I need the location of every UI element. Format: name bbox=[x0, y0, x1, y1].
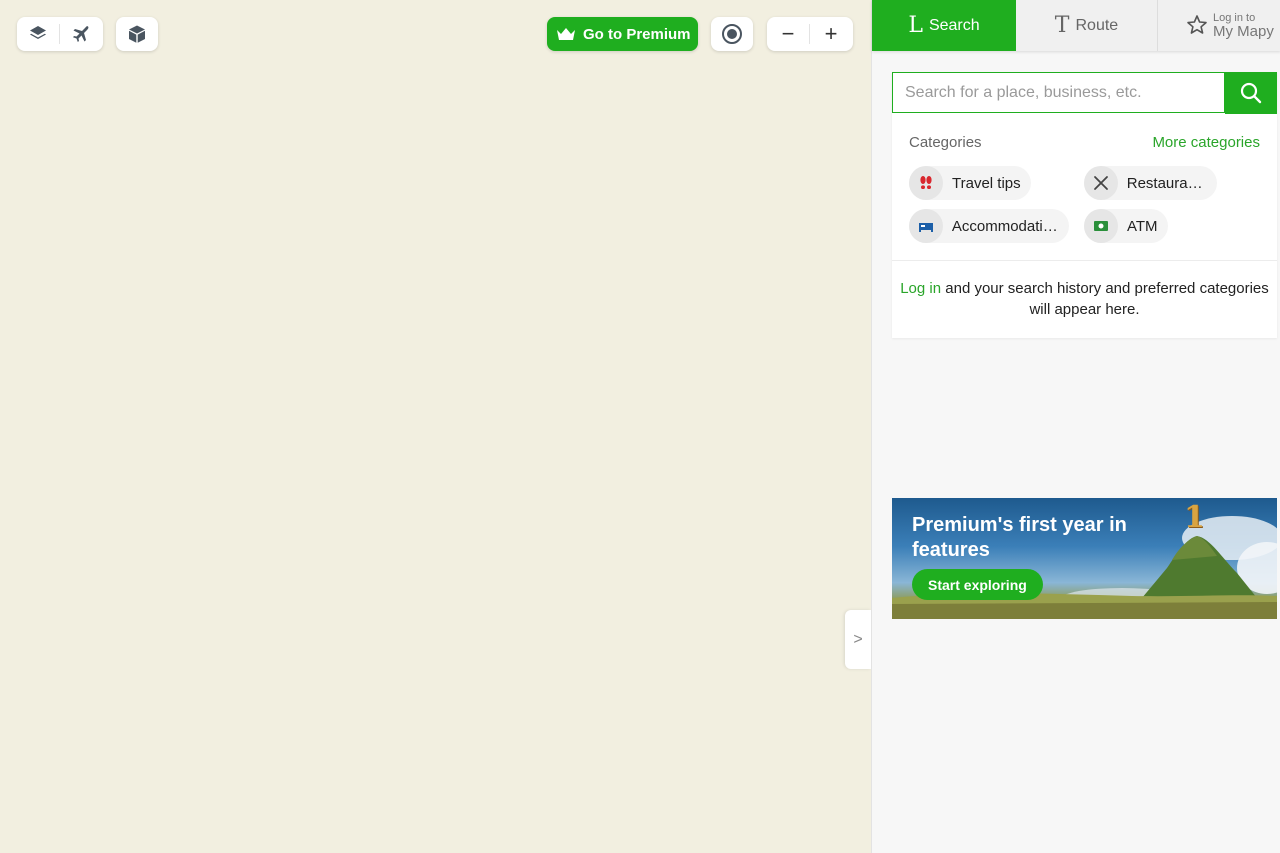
tab-search[interactable]: L Search bbox=[872, 0, 1016, 51]
map-canvas[interactable] bbox=[0, 0, 871, 853]
footprints-icon bbox=[909, 166, 943, 200]
tab-login-my-mapy[interactable]: Log in to My Mapy bbox=[1157, 0, 1280, 51]
category-accommodation[interactable]: Accommodation bbox=[909, 209, 1069, 243]
zoom-out-button[interactable]: − bbox=[767, 17, 809, 51]
search-field[interactable] bbox=[892, 72, 1225, 113]
category-label: Travel tips bbox=[952, 174, 1021, 192]
go-to-premium-button[interactable]: Go to Premium bbox=[547, 17, 698, 51]
start-exploring-button[interactable]: Start exploring bbox=[912, 569, 1043, 600]
layers-button[interactable] bbox=[17, 17, 59, 51]
login-tab-big: My Mapy bbox=[1213, 22, 1274, 40]
search-card: Categories More categories Travel tips R… bbox=[892, 72, 1277, 338]
3d-button-inner[interactable] bbox=[116, 17, 158, 51]
3d-button[interactable] bbox=[116, 17, 158, 51]
map-layer-controls bbox=[17, 17, 103, 51]
search-tab-icon: L bbox=[908, 13, 923, 38]
search-button[interactable] bbox=[1225, 72, 1277, 114]
category-label: Accommodation bbox=[951, 217, 1059, 235]
search-icon bbox=[1240, 82, 1262, 104]
login-tab-text: Log in to My Mapy bbox=[1213, 11, 1274, 40]
category-atm[interactable]: ATM bbox=[1084, 209, 1168, 243]
flight-button[interactable] bbox=[60, 17, 102, 51]
panel-tabs: L Search T Route Log in to My Mapy bbox=[872, 0, 1280, 51]
premium-promo-banner[interactable]: 1 Premium's first year in features Start… bbox=[892, 498, 1277, 619]
layers-icon bbox=[30, 26, 46, 39]
category-restaurants[interactable]: Restaurants bbox=[1084, 166, 1217, 200]
category-label: Restaurants bbox=[1126, 174, 1207, 192]
tab-route[interactable]: T Route bbox=[1016, 0, 1157, 51]
login-note: Log in and your search history and prefe… bbox=[892, 278, 1277, 320]
login-link[interactable]: Log in bbox=[900, 280, 941, 297]
route-tab-icon: T bbox=[1054, 13, 1070, 38]
category-label: ATM bbox=[1127, 217, 1158, 235]
login-note-text: and your search history and preferred ca… bbox=[941, 280, 1269, 318]
categories-heading: Categories bbox=[909, 134, 982, 151]
more-categories-link[interactable]: More categories bbox=[1152, 134, 1260, 151]
zoom-in-button[interactable]: + bbox=[810, 17, 852, 51]
bed-icon bbox=[909, 209, 943, 243]
zoom-controls: − + bbox=[767, 17, 853, 51]
divider bbox=[892, 260, 1277, 261]
airplane-icon bbox=[73, 26, 89, 42]
promo-title: Premium's first year in features bbox=[912, 514, 1127, 561]
tab-search-label: Search bbox=[928, 16, 980, 34]
locate-icon bbox=[722, 24, 742, 44]
cutlery-icon bbox=[1084, 166, 1118, 200]
collapse-panel-button[interactable]: > bbox=[845, 610, 871, 669]
atm-icon bbox=[1084, 209, 1118, 243]
side-panel: L Search T Route Log in to My Mapy Searc… bbox=[871, 0, 1280, 853]
promo-badge-number: 1 bbox=[1184, 500, 1205, 535]
premium-label: Go to Premium bbox=[583, 25, 691, 43]
locate-button-inner[interactable] bbox=[711, 17, 753, 51]
category-travel-tips[interactable]: Travel tips bbox=[909, 166, 1031, 200]
tab-route-label: Route bbox=[1075, 16, 1119, 34]
crown-icon bbox=[556, 26, 576, 42]
login-tab-small: Log in to bbox=[1213, 11, 1256, 24]
search-input[interactable] bbox=[893, 73, 1224, 112]
locate-button[interactable] bbox=[711, 17, 753, 51]
cube-icon bbox=[129, 25, 145, 43]
star-icon bbox=[1187, 15, 1207, 34]
